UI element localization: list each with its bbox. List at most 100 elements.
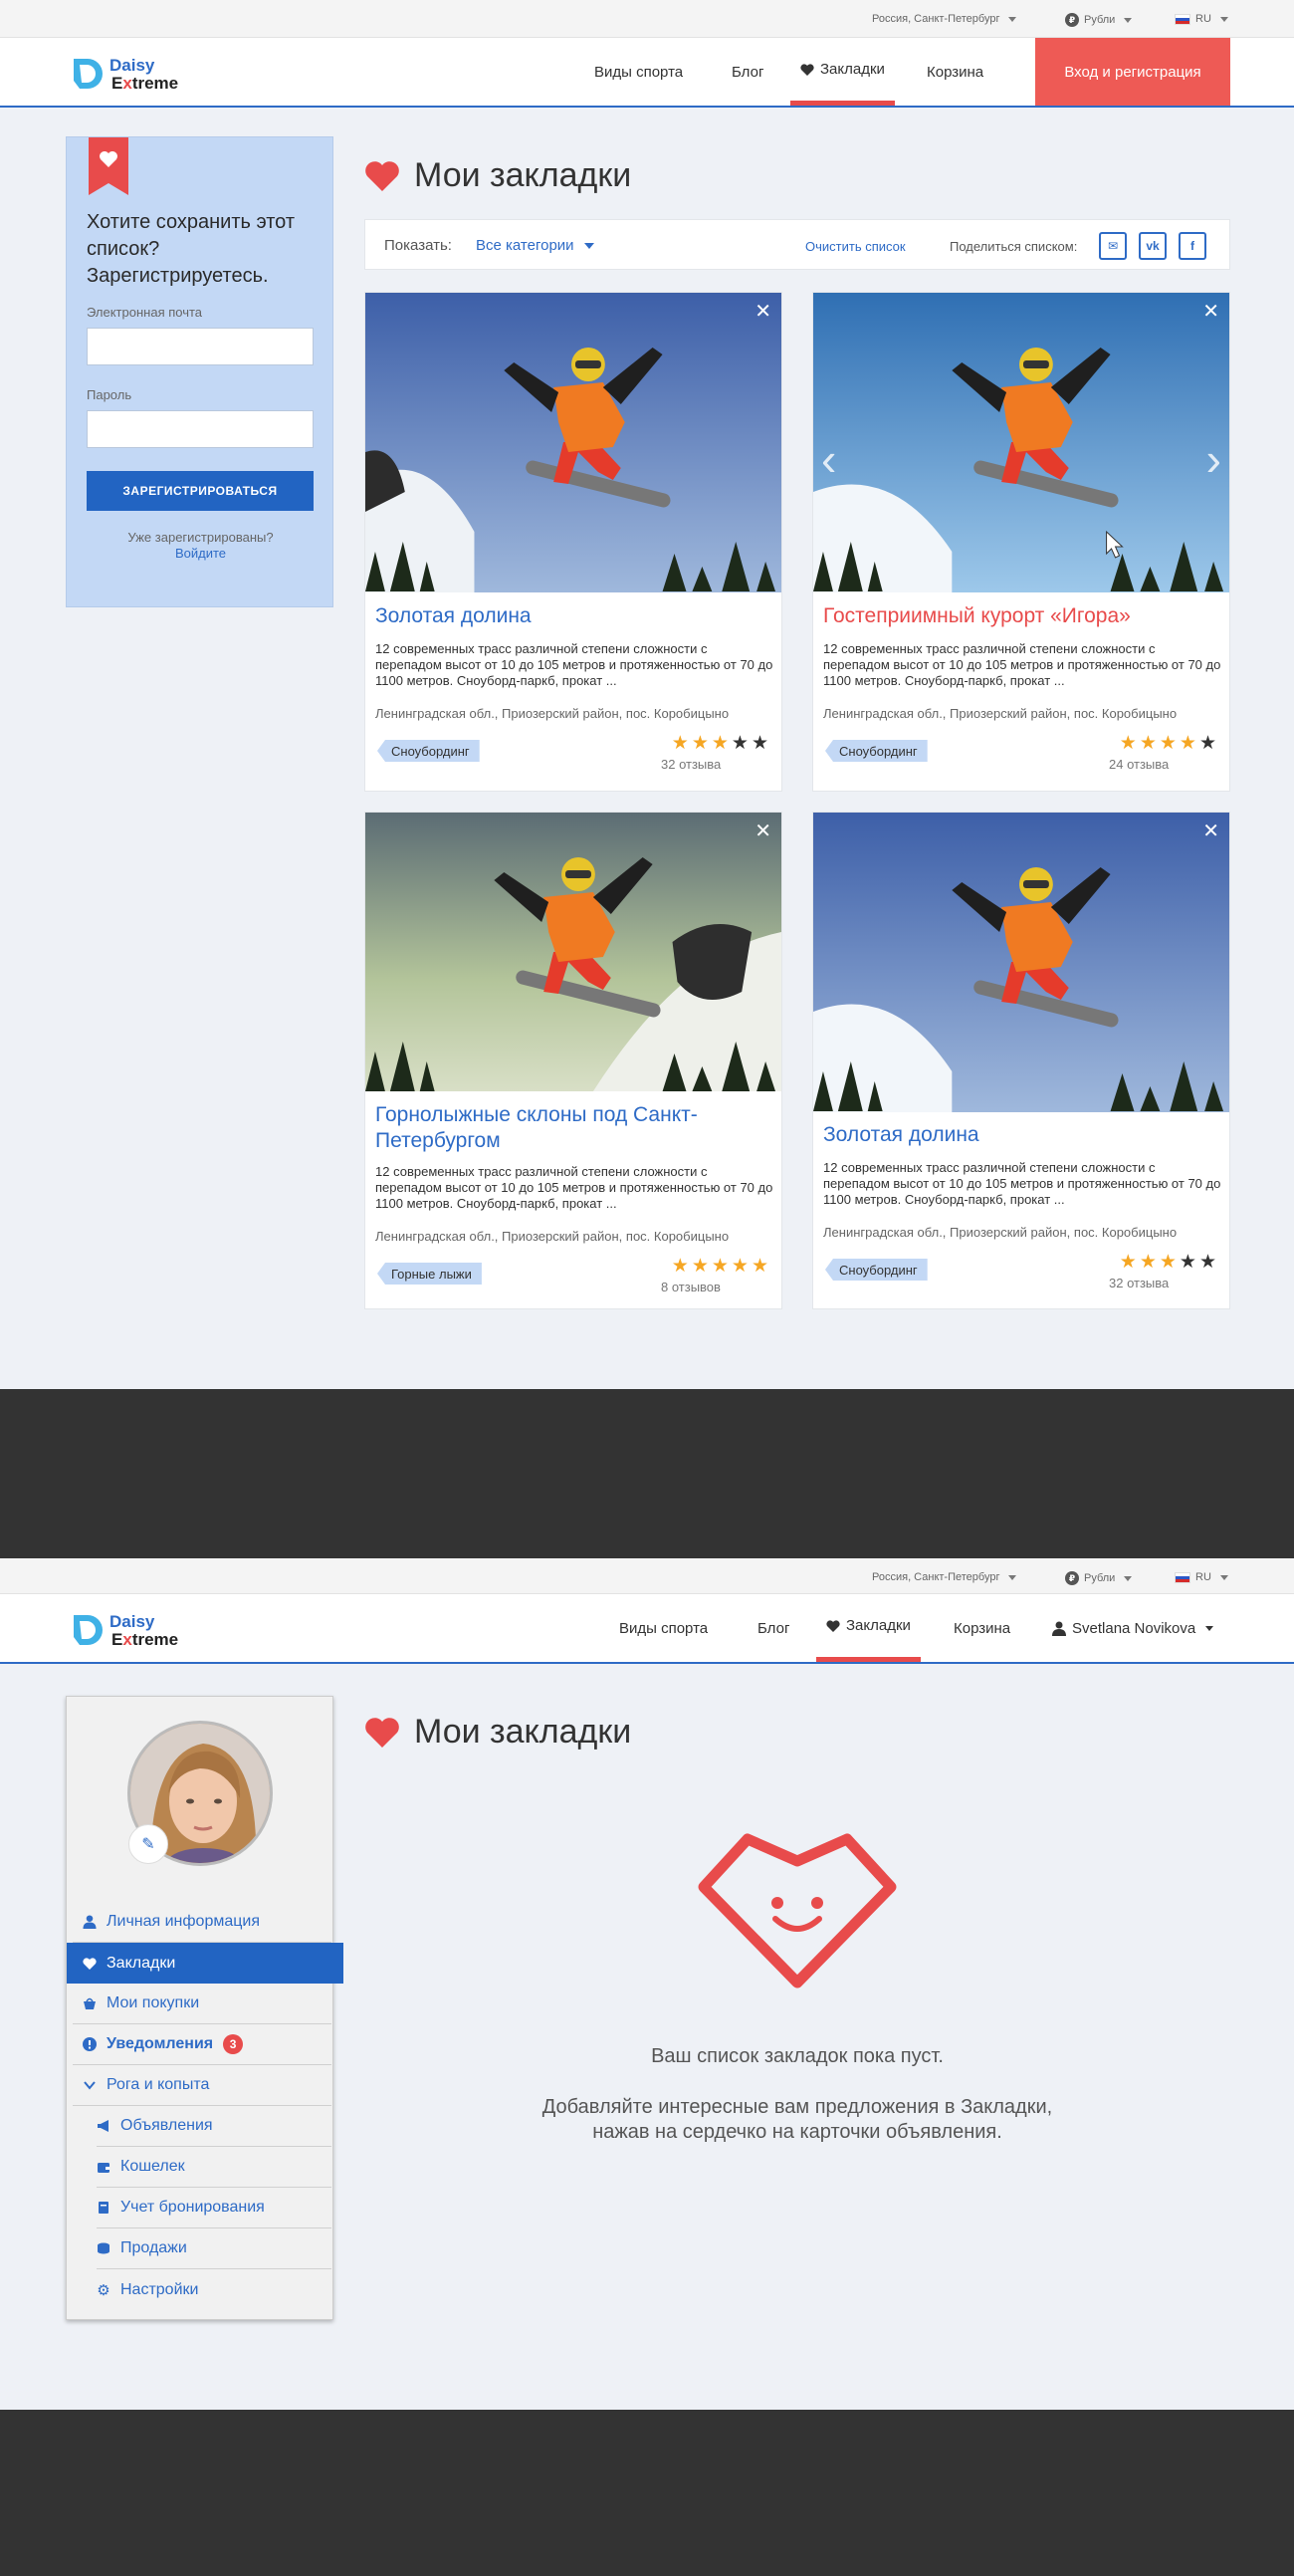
- card-title[interactable]: Гостеприимный курорт «Игора»: [823, 603, 1131, 629]
- show-label: Показать:: [384, 237, 452, 254]
- rating-stars: ★★★★★: [1120, 1251, 1219, 1274]
- nav-blog[interactable]: Блог: [757, 1594, 789, 1662]
- star-icon: ★: [711, 1256, 732, 1277]
- card-description: 12 современных трасс различной степени с…: [375, 1164, 773, 1211]
- footer: [0, 1389, 1294, 1558]
- region-selector[interactable]: Россия, Санкт-Петербург: [872, 1571, 1017, 1583]
- bookmark-card[interactable]: ✕ Золотая долина 12 современных трасс ра…: [812, 812, 1230, 1309]
- login-register-button[interactable]: Вход и регистрация: [1035, 38, 1230, 106]
- language-selector[interactable]: RU: [1175, 13, 1228, 25]
- empty-message: Ваш список закладок пока пуст.: [651, 2045, 944, 2067]
- star-icon: ★: [1179, 733, 1199, 754]
- sidebar-item-bookings[interactable]: Учет бронирования: [97, 2188, 331, 2228]
- nav-sports[interactable]: Виды спорта: [619, 1594, 708, 1662]
- book-icon: [99, 2202, 108, 2214]
- caret-down-icon: [1219, 16, 1228, 22]
- star-icon: ★: [691, 1256, 712, 1277]
- card-description: 12 современных трасс различной степени с…: [823, 641, 1221, 688]
- reviews-count[interactable]: 8 отзывов: [661, 1280, 721, 1294]
- star-icon: ★: [751, 733, 771, 754]
- bookmark-card[interactable]: ‹ › ✕ Гостеприимный курорт «Игора» 12 со…: [812, 292, 1230, 792]
- heart-icon: [365, 160, 399, 191]
- star-icon: ★: [1198, 733, 1219, 754]
- category-dropdown[interactable]: Все категории: [476, 237, 594, 254]
- vk-icon[interactable]: vk: [1139, 232, 1167, 260]
- main-header: Daisy Extreme Виды спорта Блог Закладки …: [0, 38, 1294, 108]
- sidebar-item-bookmarks[interactable]: Закладки: [67, 1943, 343, 1984]
- currency-selector[interactable]: ₽ Рубли: [1065, 1571, 1133, 1585]
- remove-bookmark-icon[interactable]: ✕: [755, 299, 771, 324]
- currency-selector[interactable]: ₽ Рубли: [1065, 13, 1133, 27]
- region-selector[interactable]: Россия, Санкт-Петербург: [872, 13, 1017, 25]
- card-title[interactable]: Золотая долина: [823, 1122, 979, 1148]
- sidebar-item-ads[interactable]: Объявления: [97, 2106, 331, 2147]
- mail-icon[interactable]: ✉: [1099, 232, 1127, 260]
- top-utility-bar: Россия, Санкт-Петербург ₽ Рубли RU: [0, 1558, 1294, 1594]
- clear-list-link[interactable]: Очистить список: [805, 239, 906, 254]
- remove-bookmark-icon[interactable]: ✕: [1202, 819, 1219, 843]
- card-description: 12 современных трасс различной степени с…: [375, 641, 773, 688]
- card-location: Ленинградская обл., Приозерский район, п…: [823, 706, 1178, 721]
- bookmark-card[interactable]: ✕ Золотая долина 12 современных трасс ра…: [364, 292, 782, 792]
- edit-avatar-icon[interactable]: ✎: [128, 1824, 168, 1864]
- star-icon: ★: [671, 733, 692, 754]
- register-button[interactable]: ЗАРЕГИСТРИРОВАТЬСЯ: [87, 471, 314, 511]
- card-title[interactable]: Горнолыжные склоны под Санкт-Петербургом: [375, 1102, 773, 1154]
- register-box: Хотите сохранить этот список? Зарегистри…: [66, 136, 333, 607]
- category-tag[interactable]: Горные лыжи: [377, 1263, 482, 1285]
- reviews-count[interactable]: 24 отзыва: [1109, 757, 1169, 772]
- category-tag[interactable]: Сноубординг: [825, 1259, 928, 1281]
- nav-cart[interactable]: Корзина: [927, 38, 983, 106]
- remove-bookmark-icon[interactable]: ✕: [1202, 299, 1219, 324]
- reviews-count[interactable]: 32 отзыва: [1109, 1276, 1169, 1290]
- empty-heart-illustration-icon: [698, 1833, 897, 1989]
- card-title[interactable]: Золотая долина: [375, 603, 532, 629]
- reviews-count[interactable]: 32 отзыва: [661, 757, 721, 772]
- coins-icon: [98, 2242, 109, 2254]
- rating-stars: ★★★★★: [1120, 732, 1219, 755]
- user-menu[interactable]: Svetlana Novikova: [1052, 1594, 1214, 1662]
- footer: [0, 2410, 1294, 2576]
- gear-icon: ⚙: [97, 2281, 110, 2299]
- rating-stars: ★★★★★: [672, 1255, 771, 1278]
- star-icon: ★: [1159, 1252, 1180, 1273]
- sidebar-item-notifications[interactable]: Уведомления 3: [73, 2024, 331, 2065]
- sidebar-item-personal-info[interactable]: Личная информация: [73, 1902, 331, 1943]
- caret-down-icon: [583, 242, 594, 249]
- heart-icon: [365, 1717, 399, 1748]
- nav-bookmarks[interactable]: Закладки: [790, 38, 895, 106]
- sidebar-item-company[interactable]: Рога и копыта: [73, 2065, 331, 2106]
- remove-bookmark-icon[interactable]: ✕: [755, 819, 771, 843]
- russian-flag-icon: [1175, 13, 1190, 25]
- login-link[interactable]: Войдите: [67, 546, 334, 561]
- star-icon: ★: [731, 1256, 752, 1277]
- facebook-icon[interactable]: f: [1179, 232, 1206, 260]
- bookmark-card[interactable]: ✕ Горнолыжные склоны под Санкт-Петербург…: [364, 812, 782, 1309]
- page-title: Мои закладки: [364, 1713, 631, 1752]
- sidebar-item-sales[interactable]: Продажи: [97, 2228, 331, 2269]
- category-tag[interactable]: Сноубординг: [377, 740, 480, 762]
- star-icon: ★: [1119, 1252, 1140, 1273]
- password-label: Пароль: [87, 387, 132, 402]
- sidebar-item-purchases[interactable]: Мои покупки: [73, 1984, 331, 2024]
- password-field[interactable]: [87, 410, 314, 448]
- megaphone-icon: [98, 2120, 108, 2132]
- language-selector[interactable]: RU: [1175, 1571, 1228, 1583]
- sidebar-item-wallet[interactable]: Кошелек: [97, 2147, 331, 2188]
- nav-bookmarks[interactable]: Закладки: [816, 1594, 921, 1662]
- chevron-left-icon[interactable]: ‹: [821, 432, 836, 486]
- rating-stars: ★★★★★: [672, 732, 771, 755]
- sidebar-item-settings[interactable]: ⚙ Настройки: [97, 2269, 331, 2310]
- nav-blog[interactable]: Блог: [732, 38, 763, 106]
- russian-flag-icon: [1175, 1571, 1190, 1583]
- nav-sports[interactable]: Виды спорта: [594, 38, 683, 106]
- caret-down-icon: [1124, 17, 1133, 23]
- email-field[interactable]: [87, 328, 314, 365]
- ruble-icon: ₽: [1065, 1571, 1079, 1585]
- main-header: Daisy Extreme Виды спорта Блог Закладки …: [0, 1594, 1294, 1664]
- nav-cart[interactable]: Корзина: [954, 1594, 1010, 1662]
- chevron-right-icon[interactable]: ›: [1206, 432, 1221, 486]
- category-tag[interactable]: Сноубординг: [825, 740, 928, 762]
- top-utility-bar: Россия, Санкт-Петербург ₽ Рубли RU: [0, 0, 1294, 38]
- already-registered-text: Уже зарегистрированы?: [127, 530, 274, 545]
